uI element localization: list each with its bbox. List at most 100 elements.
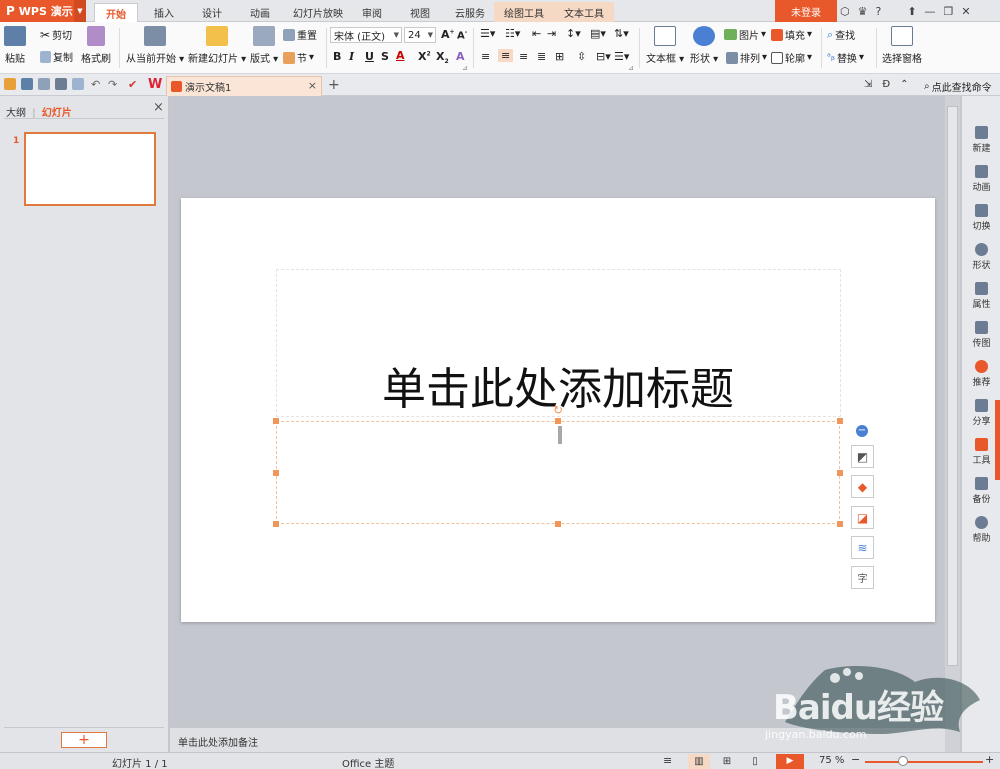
paragraph-spacing-icon[interactable]: ⇳ <box>577 50 586 63</box>
shape-fill-button[interactable]: ◆ <box>851 475 874 498</box>
resize-handle[interactable] <box>837 470 843 476</box>
align-left-icon[interactable]: ≡ <box>481 50 490 63</box>
customize-qa-icon[interactable]: ✔ <box>128 78 137 91</box>
task-properties[interactable]: 属性 <box>962 282 1000 310</box>
superscript-button[interactable]: X2 <box>418 50 431 63</box>
format-painter-button[interactable]: 格式刷 <box>81 26 111 65</box>
font-color-button[interactable]: A <box>396 49 405 62</box>
skin-icon[interactable]: ⬡ <box>840 5 850 18</box>
layout-button[interactable]: 版式 ▾ <box>250 26 278 65</box>
italic-button[interactable]: I <box>349 50 354 63</box>
wps-w-icon[interactable]: W <box>148 77 162 92</box>
strikethrough-button[interactable]: S <box>381 50 389 63</box>
new-tab-icon[interactable]: + <box>328 77 340 93</box>
close-icon[interactable]: ✕ <box>961 5 970 18</box>
task-backup[interactable]: 备份 <box>962 477 1000 505</box>
reset-button[interactable]: 重置 <box>283 27 317 42</box>
tab-design[interactable]: 设计 <box>192 3 232 22</box>
chevron-down-icon[interactable]: ▼ <box>74 0 86 22</box>
text-wrap-button[interactable]: 字 <box>851 566 874 589</box>
section-button[interactable]: 节 ▾ <box>283 50 314 65</box>
numbered-list-icon[interactable]: ☷▾ <box>505 27 520 40</box>
text-direction-icon[interactable]: ⇅▾ <box>614 27 629 40</box>
replace-button[interactable]: ᵃᵦ 替换 ▾ <box>827 50 864 65</box>
task-animation[interactable]: 动画 <box>962 165 1000 193</box>
decrease-indent-icon[interactable]: ⇤ <box>532 27 541 40</box>
play-slideshow-button[interactable]: ▶ <box>776 754 804 769</box>
resize-handle[interactable] <box>837 418 843 424</box>
bullet-list-icon[interactable]: ☰▾ <box>480 27 495 40</box>
selection-pane-button[interactable]: 选择窗格 <box>882 26 922 65</box>
align-center-icon[interactable]: ≡ <box>498 49 514 62</box>
task-panel-toggle[interactable] <box>995 400 1000 480</box>
slide-sorter-button[interactable]: ⊞ <box>716 754 738 769</box>
maximize-icon[interactable]: ❐ <box>944 5 954 18</box>
zoom-slider[interactable] <box>865 761 983 763</box>
paragraph-dialog-launcher-icon[interactable]: ⊿ <box>628 64 634 72</box>
resize-handle[interactable] <box>273 470 279 476</box>
tab-view[interactable]: 视图 <box>400 3 440 22</box>
zoom-in-icon[interactable]: + <box>985 753 994 766</box>
clear-format-icon[interactable]: A <box>456 50 465 63</box>
font-dialog-launcher-icon[interactable]: ⊿ <box>462 64 468 72</box>
print-icon[interactable] <box>55 78 67 90</box>
login-button[interactable]: 未登录 <box>775 0 837 22</box>
justify-icon[interactable]: ≣ <box>537 50 546 63</box>
slide-canvas[interactable]: 单击此处添加标题 ↻ <box>181 198 935 622</box>
shape-button[interactable]: 形状 ▾ <box>690 26 718 65</box>
task-new[interactable]: 新建 <box>962 126 1000 154</box>
tab-slideshow[interactable]: 幻灯片放映 <box>288 3 348 22</box>
arrange-button[interactable]: 排列 ▾ <box>726 50 767 65</box>
subscript-button[interactable]: X2 <box>436 50 449 65</box>
copy-button[interactable]: 复制 <box>40 49 73 64</box>
help-menu-icon[interactable]: ? <box>875 5 881 18</box>
vertical-scrollbar[interactable] <box>945 96 960 752</box>
increase-font-icon[interactable]: A+ <box>441 28 455 41</box>
resize-handle[interactable] <box>555 521 561 527</box>
bold-button[interactable]: B <box>333 50 341 63</box>
task-recommend[interactable]: 推荐 <box>962 360 1000 388</box>
save-icon[interactable] <box>21 78 33 90</box>
resize-handle[interactable] <box>837 521 843 527</box>
find-button[interactable]: ⌕ 查找 <box>827 27 855 43</box>
layer-order-button[interactable]: ≋ <box>851 536 874 559</box>
wps-app-menu-button[interactable]: P WPS 演示 ▼ <box>0 0 86 22</box>
tab-drawing-tools[interactable]: 绘图工具 <box>494 2 554 22</box>
shape-outline-button[interactable]: ◪ <box>851 506 874 529</box>
text-box-button[interactable]: 文本框 ▾ <box>646 26 684 65</box>
slide-thumbnail[interactable] <box>24 132 156 206</box>
add-slide-button[interactable]: + <box>61 732 107 748</box>
task-shape[interactable]: 形状 <box>962 243 1000 271</box>
increase-indent-icon[interactable]: ⇥ <box>547 27 556 40</box>
distribute-icon[interactable]: ⊞ <box>555 50 564 63</box>
tab-cloud-service[interactable]: 云服务 <box>448 3 492 22</box>
smart-art-icon[interactable]: ☰▾ <box>614 50 629 63</box>
underline-button[interactable]: U <box>365 50 374 63</box>
vertical-align-icon[interactable]: ⊟▾ <box>596 50 611 63</box>
font-size-select[interactable]: 24 ▼ <box>404 27 436 43</box>
normal-view-button[interactable]: ▥ <box>688 754 710 769</box>
reading-view-button[interactable]: ▯ <box>744 754 766 769</box>
notes-toggle-icon[interactable]: ≡ <box>663 754 672 767</box>
rotate-handle-icon[interactable]: ↻ <box>553 403 563 417</box>
scrollbar-thumb[interactable] <box>947 106 958 666</box>
resize-handle[interactable] <box>555 418 561 424</box>
command-search[interactable]: ⌕ 点此查找命令 <box>924 79 992 94</box>
fill-button[interactable]: 填充 ▾ <box>771 27 812 42</box>
close-tab-icon[interactable]: × <box>308 79 317 92</box>
picture-button[interactable]: 图片 ▾ <box>724 27 766 42</box>
tab-animation[interactable]: 动画 <box>240 3 280 22</box>
collapse-float-toolbar-icon[interactable]: − <box>856 425 868 437</box>
zoom-level[interactable]: 75 % <box>819 755 844 766</box>
outline-button[interactable]: 轮廓 ▾ <box>771 50 812 65</box>
restore-ribbon-icon[interactable]: ⬆ <box>907 5 916 18</box>
doc-mode-icon[interactable]: Ð <box>882 79 890 90</box>
play-from-current-button[interactable]: 从当前开始 ▾ <box>126 26 184 65</box>
pin-icon[interactable]: ⇲ <box>864 79 872 90</box>
tab-home[interactable]: 开始 <box>94 3 138 22</box>
zoom-out-icon[interactable]: − <box>851 753 860 766</box>
close-panel-icon[interactable]: × <box>153 100 164 115</box>
columns-icon[interactable]: ▤▾ <box>590 27 606 40</box>
document-tab[interactable]: 演示文稿1 × <box>166 76 322 96</box>
undo-icon[interactable]: ↶ <box>91 78 100 91</box>
